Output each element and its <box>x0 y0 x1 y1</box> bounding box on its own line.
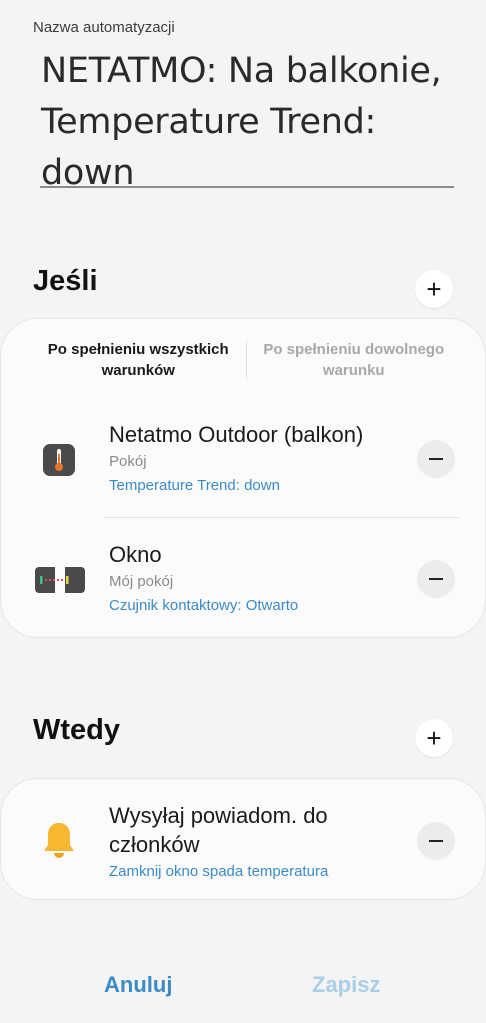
action-title: Wysyłaj powiadom. do członków <box>109 803 328 857</box>
condition-mode-tabs: Po spełnieniu wszystkich warunków Po spe… <box>31 339 461 381</box>
automation-name-label: Nazwa automatyzacji <box>33 19 175 36</box>
actions-card: Wysyłaj powiadom. do członków Zamknij ok… <box>0 778 486 900</box>
minus-icon <box>429 578 443 580</box>
save-button[interactable]: Zapisz <box>312 972 380 998</box>
cancel-button[interactable]: Anuluj <box>104 972 172 998</box>
minus-icon <box>429 458 443 460</box>
plus-icon: + <box>426 274 442 304</box>
condition-row[interactable]: Okno Mój pokój Czujnik kontaktowy: Otwar… <box>1 535 486 635</box>
condition-detail: Czujnik kontaktowy: Otwarto <box>109 597 299 614</box>
then-section-title: Wtedy <box>33 714 120 746</box>
add-condition-button[interactable]: + <box>415 270 453 308</box>
conditions-card: Po spełnieniu wszystkich warunków Po spe… <box>0 318 486 638</box>
add-action-button[interactable]: + <box>415 719 453 757</box>
thermometer-device-icon <box>41 442 77 478</box>
tab-any-condition[interactable]: Po spełnieniu dowolnego warunku <box>247 339 462 381</box>
action-row[interactable]: Wysyłaj powiadom. do członków Zamknij ok… <box>1 801 486 881</box>
condition-room: Mój pokój <box>109 573 174 590</box>
remove-condition-button[interactable] <box>417 560 455 598</box>
action-detail: Zamknij okno spada temperatura <box>109 863 329 880</box>
automation-name-field[interactable]: NETATMO: Na balkonie, Temperature Trend:… <box>41 46 461 199</box>
bell-icon <box>41 819 77 861</box>
tab-all-conditions[interactable]: Po spełnieniu wszystkich warunków <box>31 339 246 381</box>
remove-action-button[interactable] <box>417 822 455 860</box>
condition-title: Okno <box>109 542 162 567</box>
plus-icon: + <box>426 723 442 753</box>
condition-row[interactable]: Netatmo Outdoor (balkon) Pokój Temperatu… <box>1 415 486 515</box>
condition-room: Pokój <box>109 453 147 470</box>
contact-sensor-icon <box>35 563 85 597</box>
condition-title: Netatmo Outdoor (balkon) <box>109 422 364 447</box>
if-section-title: Jeśli <box>33 265 98 297</box>
name-field-underline <box>40 186 454 188</box>
row-divider <box>104 517 460 518</box>
condition-detail: Temperature Trend: down <box>109 477 280 494</box>
minus-icon <box>429 840 443 842</box>
remove-condition-button[interactable] <box>417 440 455 478</box>
